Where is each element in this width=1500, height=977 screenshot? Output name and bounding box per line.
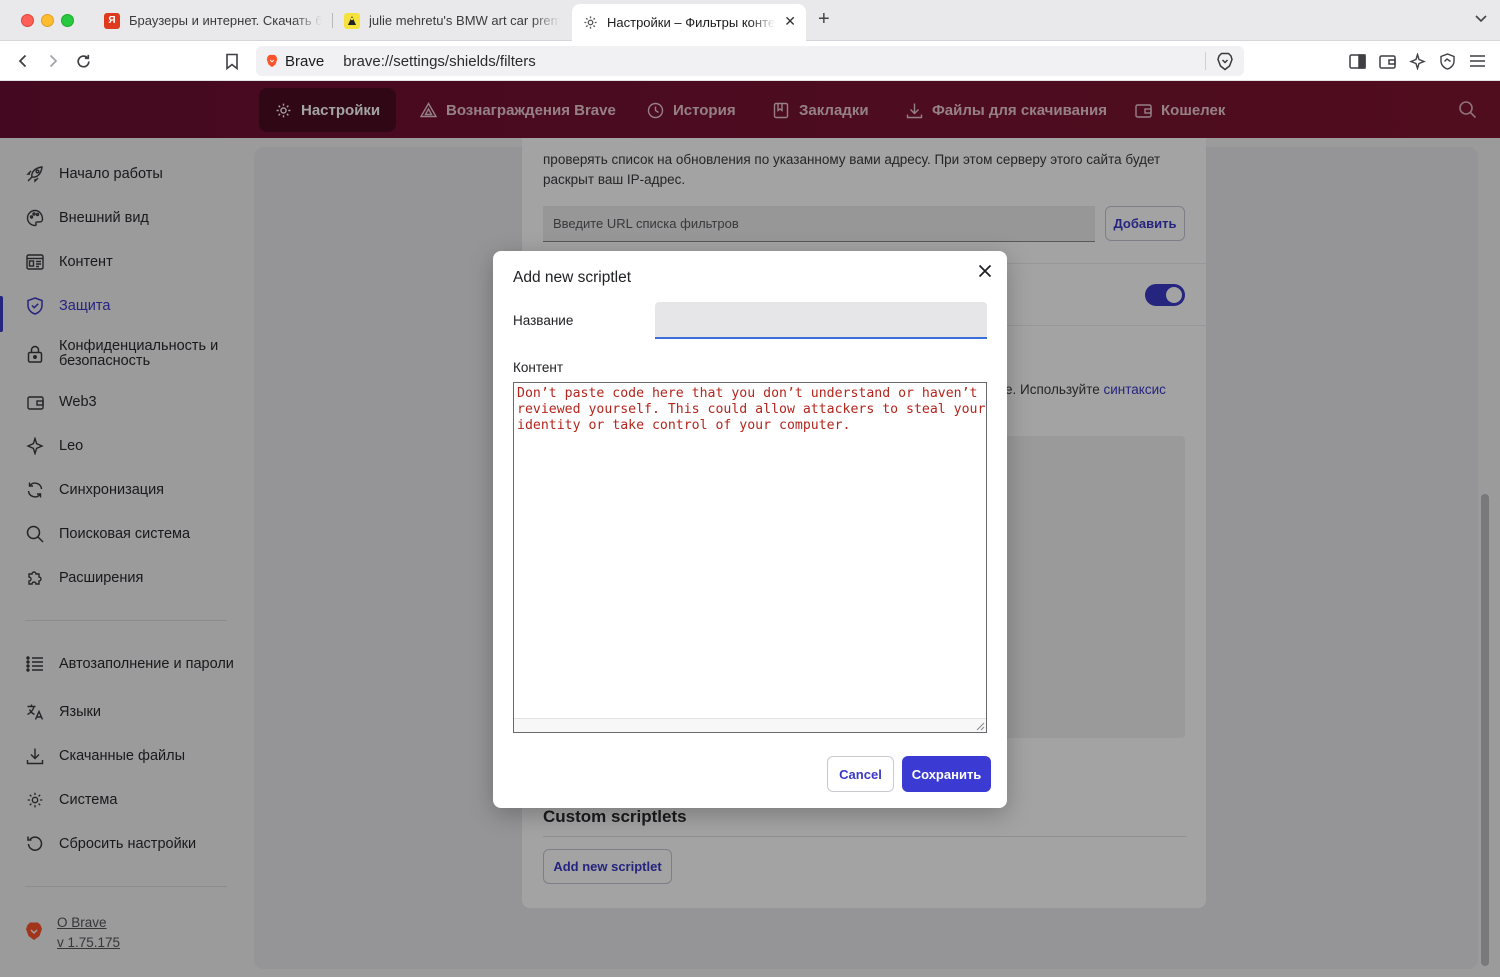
toolbar: Brave brave://settings/shields/filters: [0, 41, 1500, 81]
close-tab-icon[interactable]: ✕: [784, 13, 796, 30]
cancel-button[interactable]: Cancel: [827, 756, 894, 792]
tab-title: julie mehretu's BMW art car premieres: [369, 13, 560, 28]
zoom-window-button[interactable]: [61, 14, 74, 27]
add-scriptlet-dialog: Add new scriptlet Название Контент Don’t…: [493, 251, 1007, 808]
tab-title: Браузеры и интернет. Скачать бесплатные: [129, 13, 322, 28]
tab-title: Настройки – Фильтры контента: [607, 15, 775, 30]
content-label: Контент: [513, 360, 564, 375]
back-icon[interactable]: [12, 50, 34, 72]
close-window-button[interactable]: [21, 14, 34, 27]
omnibox-brand-label: Brave: [285, 52, 325, 70]
name-label: Название: [513, 313, 574, 328]
forward-icon[interactable]: [42, 50, 64, 72]
wallet-icon[interactable]: [1376, 50, 1398, 72]
save-button[interactable]: Сохранить: [902, 756, 991, 792]
vpn-shield-icon[interactable]: [1436, 50, 1458, 72]
url-text[interactable]: brave://settings/shields/filters: [343, 53, 536, 70]
brave-lion-icon: [266, 54, 278, 68]
minimize-window-button[interactable]: [41, 14, 54, 27]
scriptlet-name-input[interactable]: [655, 302, 987, 339]
tab-strip: Я Браузеры и интернет. Скачать бесплатны…: [0, 0, 1500, 41]
resize-grip-icon[interactable]: [973, 719, 985, 731]
scriptlet-content-textarea[interactable]: Don’t paste code here that you don’t und…: [513, 382, 987, 733]
horizontal-scrollbar[interactable]: [514, 718, 986, 732]
brave-shields-icon[interactable]: [1216, 52, 1234, 74]
new-tab-button[interactable]: +: [818, 9, 830, 29]
tab[interactable]: julie mehretu's BMW art car premieres: [334, 5, 570, 36]
menu-hamburger-icon[interactable]: [1466, 50, 1488, 72]
tab-list-chevron-icon[interactable]: [1474, 11, 1488, 28]
sidebar-toggle-icon[interactable]: [1346, 50, 1368, 72]
paste-warning-text: Don’t paste code here that you don’t und…: [517, 386, 994, 433]
tab-separator: [332, 13, 333, 28]
yellow-logo-icon: [344, 12, 360, 29]
dialog-title: Add new scriptlet: [513, 269, 632, 286]
leo-sparkle-icon[interactable]: [1406, 50, 1428, 72]
divider: [1205, 52, 1206, 70]
bookmark-icon[interactable]: [221, 50, 243, 72]
gear-icon: [582, 15, 598, 31]
reload-icon[interactable]: [72, 50, 94, 72]
tab[interactable]: Я Браузеры и интернет. Скачать бесплатны…: [94, 5, 332, 36]
red-square-icon: Я: [104, 12, 120, 29]
address-bar[interactable]: Brave brave://settings/shields/filters: [256, 46, 1244, 76]
tab-active[interactable]: Настройки – Фильтры контента ✕: [572, 4, 806, 41]
close-icon[interactable]: [975, 261, 995, 281]
